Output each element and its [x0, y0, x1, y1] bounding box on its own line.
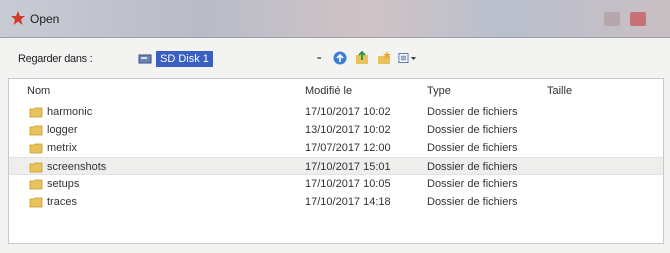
file-type: Dossier de fichiers: [427, 196, 518, 208]
folder-icon: [29, 162, 43, 173]
file-name: metrix: [47, 142, 77, 154]
folder-icon: [29, 125, 43, 136]
column-type[interactable]: Type: [427, 85, 451, 97]
window-title: Open: [30, 12, 60, 26]
folder-icon: [29, 179, 43, 190]
file-name: setups: [47, 178, 80, 190]
folder-icon: [29, 143, 43, 154]
file-modified: 17/10/2017 15:01: [305, 161, 391, 173]
up-one-level-icon[interactable]: [354, 50, 370, 66]
file-type: Dossier de fichiers: [427, 142, 518, 154]
file-row-metrix[interactable]: metrix 17/07/2017 12:00 Dossier de fichi…: [9, 139, 663, 157]
folder-icon: [29, 197, 43, 208]
file-row-screenshots[interactable]: screenshots 17/10/2017 15:01 Dossier de …: [9, 157, 663, 175]
file-name: screenshots: [47, 161, 107, 173]
file-modified: 17/07/2017 12:00: [305, 142, 391, 154]
up-folder-icon[interactable]: [332, 50, 348, 66]
look-in-dropdown[interactable]: SD Disk 1: [134, 47, 232, 71]
file-name: traces: [47, 196, 77, 208]
file-list[interactable]: Nom Modifié le Type Taille harmonic 17/1…: [8, 78, 664, 244]
folder-icon: [29, 107, 43, 118]
open-icon: [11, 11, 25, 25]
file-row-traces[interactable]: traces 17/10/2017 14:18 Dossier de fichi…: [9, 193, 663, 211]
toolbar-buttons: [316, 50, 418, 66]
file-row-setups[interactable]: setups 17/10/2017 10:05 Dossier de fichi…: [9, 175, 663, 193]
file-modified: 17/10/2017 14:18: [305, 196, 391, 208]
look-in-label: Regarder dans :: [18, 53, 93, 65]
back-icon[interactable]: [316, 50, 326, 66]
column-modified[interactable]: Modifié le: [305, 85, 352, 97]
close-button[interactable]: [630, 12, 646, 26]
open-dialog: Open Regarder dans : SD Disk 1 Nom Modif…: [0, 0, 670, 253]
file-type: Dossier de fichiers: [427, 161, 518, 173]
current-location: SD Disk 1: [156, 51, 213, 67]
minimize-button[interactable]: [604, 12, 620, 26]
file-modified: 13/10/2017 10:02: [305, 124, 391, 136]
file-modified: 17/10/2017 10:02: [305, 106, 391, 118]
toolbar: Regarder dans : SD Disk 1: [0, 40, 670, 76]
column-size[interactable]: Taille: [547, 85, 572, 97]
file-name: logger: [47, 124, 78, 136]
view-menu-icon[interactable]: [398, 50, 418, 66]
sd-drive-icon: [138, 54, 152, 64]
file-type: Dossier de fichiers: [427, 178, 518, 190]
new-folder-icon[interactable]: [376, 50, 392, 66]
file-type: Dossier de fichiers: [427, 106, 518, 118]
column-headers: Nom Modifié le Type Taille: [9, 79, 663, 101]
file-modified: 17/10/2017 10:05: [305, 178, 391, 190]
column-name[interactable]: Nom: [27, 85, 50, 97]
file-row-harmonic[interactable]: harmonic 17/10/2017 10:02 Dossier de fic…: [9, 103, 663, 121]
file-type: Dossier de fichiers: [427, 124, 518, 136]
file-name: harmonic: [47, 106, 93, 118]
file-row-logger[interactable]: logger 13/10/2017 10:02 Dossier de fichi…: [9, 121, 663, 139]
title-bar: Open: [0, 0, 670, 38]
